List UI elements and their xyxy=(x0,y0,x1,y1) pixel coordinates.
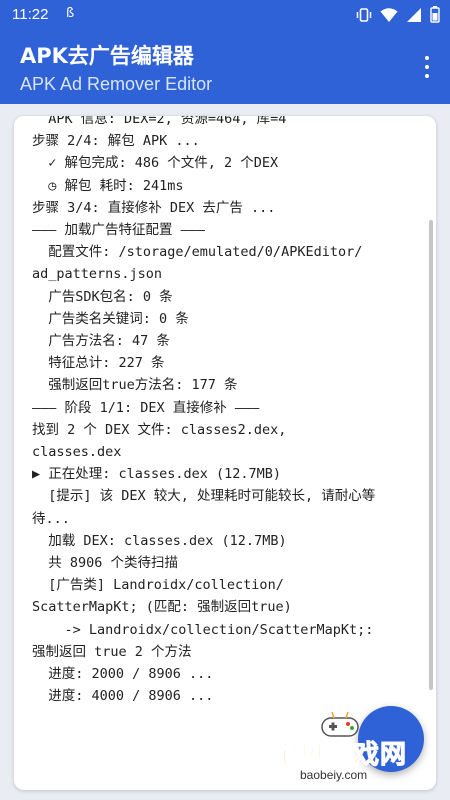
log-line: 步骤 3/4: 直接修补 DEX 去广告 ... xyxy=(32,199,276,216)
signal-icon xyxy=(407,7,421,22)
watermark-url: baobeiy.com xyxy=(300,768,368,782)
log-line: [提示] 该 DEX 较大, 处理耗时可能较长, 请耐心等 xyxy=(32,488,376,505)
more-vert-icon[interactable] xyxy=(420,52,434,82)
log-line: ✓ 解包完成: 486 个文件, 2 个DEX xyxy=(32,155,279,172)
log-line: 进度: 4000 / 8906 ... xyxy=(32,688,214,705)
status-bar: 11:22 ß xyxy=(0,0,450,30)
wifi-icon xyxy=(380,7,398,22)
log-line: classes.dex xyxy=(32,444,122,461)
vibrate-icon xyxy=(356,7,372,22)
battery-icon xyxy=(430,6,440,23)
log-scrollbar[interactable] xyxy=(429,220,433,690)
log-line: ▶ 正在处理: classes.dex (12.7MB) xyxy=(32,466,282,483)
log-line: ad_patterns.json xyxy=(32,266,163,283)
log-line: 广告方法名: 47 条 xyxy=(32,333,170,350)
notification-icon: ß xyxy=(66,6,75,21)
log-line: ——— 加载广告特征配置 ——— xyxy=(32,222,206,239)
log-line: 强制返回true方法名: 177 条 xyxy=(32,377,238,394)
log-line: 广告类名关键词: 0 条 xyxy=(32,310,189,327)
log-line: 步骤 2/4: 解包 APK ... xyxy=(32,133,200,150)
status-icons xyxy=(356,6,440,23)
log-line: 配置文件: /storage/emulated/0/APKEditor/ xyxy=(32,244,363,261)
status-time: 11:22 xyxy=(12,6,49,23)
log-output: APK 信息: DEX=2, 资源=464, 库=4 步骤 2/4: 解包 APK… xyxy=(32,116,424,707)
app-subtitle: APK Ad Remover Editor xyxy=(20,74,213,94)
log-card[interactable]: APK 信息: DEX=2, 资源=464, 库=4 步骤 2/4: 解包 APK… xyxy=(14,116,436,790)
app-bar: APK去广告编辑器 APK Ad Remover Editor xyxy=(0,30,450,104)
log-line: ——— 阶段 1/1: DEX 直接修补 ——— xyxy=(32,399,260,416)
log-line: APK 信息: DEX=2, 资源=464, 库=4 xyxy=(32,116,287,127)
log-line: [广告类] Landroidx/collection/ xyxy=(32,577,284,594)
log-line: ◷ 解包 耗时: 241ms xyxy=(32,177,184,194)
log-line: 共 8906 个类待扫描 xyxy=(32,555,179,572)
log-line: 广告SDK包名: 0 条 xyxy=(32,288,173,305)
app-title: APK去广告编辑器 xyxy=(20,44,194,68)
watermark: 宝贝游戏网 baobeiy.com xyxy=(271,712,442,782)
log-line: 进度: 2000 / 8906 ... xyxy=(32,666,214,683)
log-line: 加载 DEX: classes.dex (12.7MB) xyxy=(32,532,287,549)
log-line: ScatterMapKt; (匹配: 强制返回true) xyxy=(32,599,292,616)
log-line: 待... xyxy=(32,510,70,527)
log-line: 找到 2 个 DEX 文件: classes2.dex, xyxy=(32,421,287,438)
log-line: 强制返回 true 2 个方法 xyxy=(32,643,192,660)
log-line: 特征总计: 227 条 xyxy=(32,355,165,372)
log-line: -> Landroidx/collection/ScatterMapKt;: xyxy=(32,621,374,638)
watermark-text: 宝贝游戏网 xyxy=(271,740,408,771)
